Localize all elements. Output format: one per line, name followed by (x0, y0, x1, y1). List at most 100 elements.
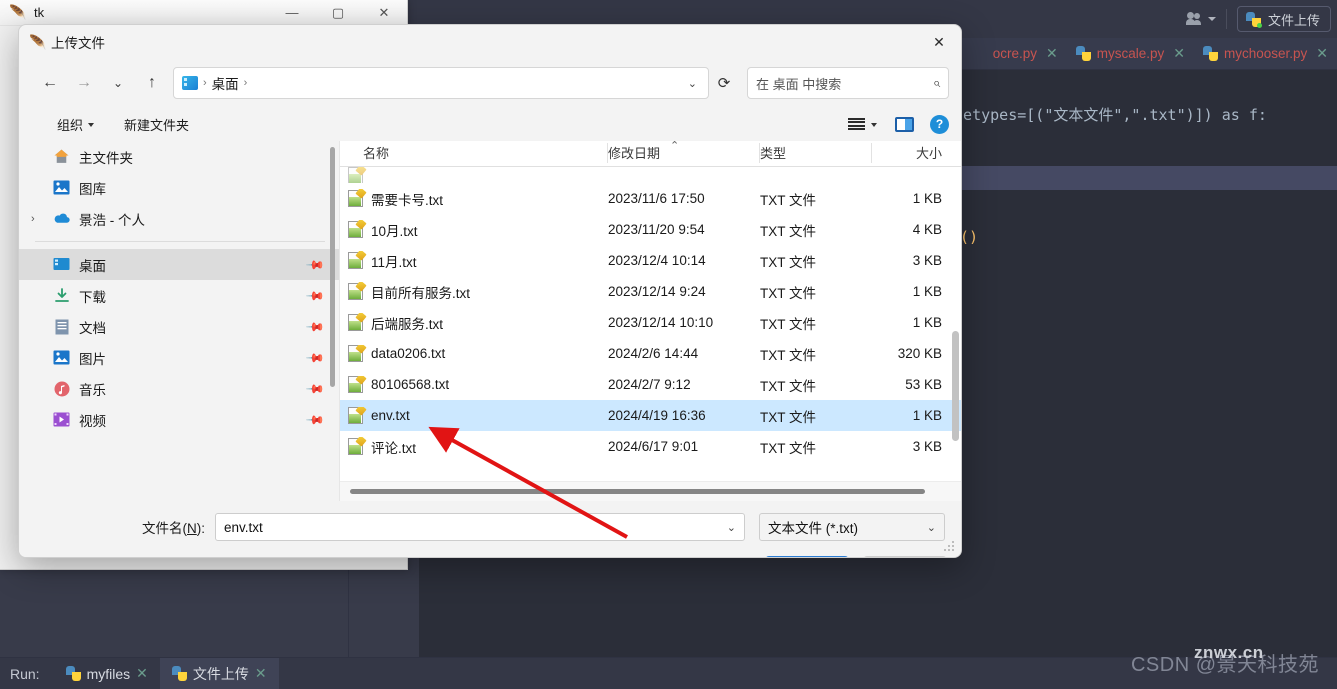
file-size-cell: 1 KB (912, 408, 942, 423)
table-row-selected[interactable]: env.txt 2024/4/19 16:36 TXT 文件 1 KB (340, 400, 961, 431)
list-view-icon[interactable] (848, 117, 865, 131)
close-icon[interactable]: ✕ (1316, 45, 1328, 62)
back-icon[interactable]: ← (33, 67, 67, 99)
file-date-cell: 2023/11/6 17:50 (608, 191, 705, 206)
sidebar-item-pictures[interactable]: 图片 📌 (19, 342, 339, 373)
open-button[interactable]: 打开(O) (765, 556, 849, 557)
chevron-down-icon[interactable] (1207, 17, 1216, 21)
pin-icon[interactable]: 📌 (305, 378, 325, 398)
dialog-title: 上传文件 (51, 36, 105, 51)
table-row[interactable]: 目前所有服务.txt 2023/12/14 9:24 TXT 文件 1 KB (340, 276, 961, 307)
sidebar-item-label: 视频 (79, 413, 106, 429)
filename-input[interactable]: env.txt ⌄ (215, 513, 745, 541)
table-row[interactable]: 10月.txt 2023/11/20 9:54 TXT 文件 4 KB (340, 214, 961, 245)
refresh-icon[interactable]: ⟳ (709, 68, 739, 98)
forward-icon[interactable]: → (67, 67, 101, 99)
sidebar-item-downloads[interactable]: 下载 📌 (19, 280, 339, 311)
editor-tab-myscale[interactable]: myscale.py ✕ (1067, 38, 1194, 70)
sidebar-item-documents[interactable]: 文档 📌 (19, 311, 339, 342)
column-header-label: 名称 (363, 146, 390, 161)
column-header-date[interactable]: 修改日期 (608, 143, 760, 166)
file-name-cell: 后端服务.txt (340, 312, 608, 333)
column-header-type[interactable]: 类型 (760, 143, 872, 166)
file-name-cell (340, 167, 608, 183)
gallery-icon (53, 179, 70, 196)
table-row[interactable] (340, 167, 961, 183)
filetype-value: 文本文件 (*.txt) (768, 521, 858, 536)
minimize-button[interactable]: — (269, 0, 315, 26)
breadcrumb[interactable]: › 桌面 › (182, 73, 247, 93)
file-date-cell: 2024/6/17 9:01 (608, 439, 699, 454)
file-list-vertical-scrollbar[interactable] (952, 331, 959, 441)
file-list-horizontal-scrollbar-track[interactable] (340, 481, 961, 501)
close-icon[interactable]: ✕ (255, 665, 267, 682)
table-row[interactable]: 11月.txt 2023/12/4 10:14 TXT 文件 3 KB (340, 245, 961, 276)
pin-icon[interactable]: 📌 (305, 347, 325, 367)
code-line: iletypes=[("文本文件",".txt")]) as f: (945, 106, 1267, 124)
address-bar[interactable]: › 桌面 › ⌄ (173, 67, 709, 99)
pin-icon[interactable]: 📌 (305, 254, 325, 274)
file-size-cell: 3 KB (912, 253, 942, 268)
maximize-button[interactable]: ▢ (315, 0, 361, 26)
chevron-right-icon[interactable]: › (31, 213, 35, 225)
run-configuration-label: 文件上传 (1267, 12, 1320, 28)
close-icon[interactable]: ✕ (1173, 45, 1185, 62)
sidebar-item-label: 景浩 - 个人 (79, 212, 145, 228)
sidebar-item-home[interactable]: 主文件夹 (19, 141, 339, 172)
pin-icon[interactable]: 📌 (305, 316, 325, 336)
text-file-icon (348, 345, 367, 362)
table-row[interactable]: 后端服务.txt 2023/12/14 10:10 TXT 文件 1 KB (340, 307, 961, 338)
resize-grip[interactable] (944, 541, 955, 552)
preview-pane-icon[interactable] (895, 116, 914, 132)
sidebar-item-onedrive[interactable]: › 景浩 - 个人 (19, 203, 339, 234)
cancel-button[interactable]: 取消 (863, 556, 947, 557)
close-icon[interactable]: ✕ (1046, 45, 1058, 62)
organize-button[interactable]: 组织 (49, 111, 102, 138)
sidebar-item-desktop[interactable]: 桌面 📌 (19, 249, 339, 280)
table-row[interactable]: 评论.txt 2024/6/17 9:01 TXT 文件 3 KB (340, 431, 961, 462)
sidebar-item-music[interactable]: 音乐 📌 (19, 373, 339, 404)
text-file-icon (348, 312, 367, 331)
sidebar-scrollbar[interactable] (330, 147, 335, 387)
search-input[interactable]: 在 桌面 中搜索 (756, 74, 927, 93)
column-header-size[interactable]: 大小 (872, 143, 952, 166)
sidebar-item-label: 图库 (79, 181, 106, 197)
run-configuration-selector[interactable]: 文件上传 (1236, 6, 1331, 32)
run-tab-upload[interactable]: 文件上传 ✕ (159, 657, 279, 689)
table-row[interactable]: data0206.txt 2024/2/6 14:44 TXT 文件 320 K… (340, 338, 961, 369)
dialog-close-button[interactable]: ✕ (917, 25, 961, 59)
search-box[interactable]: 在 桌面 中搜索 ⌕ (747, 67, 949, 99)
breadcrumb-item-desktop[interactable]: 桌面 (212, 73, 239, 93)
run-tab-myfiles[interactable]: myfiles ✕ (54, 658, 160, 689)
chevron-down-icon[interactable]: ⌄ (927, 521, 936, 534)
help-icon[interactable]: ? (930, 114, 949, 134)
file-list-horizontal-scrollbar[interactable] (350, 489, 925, 494)
file-date-cell: 2023/12/14 10:10 (608, 315, 714, 330)
pin-icon[interactable]: 📌 (305, 409, 325, 429)
table-row[interactable]: 80106568.txt 2024/2/7 9:12 TXT 文件 53 KB (340, 369, 961, 400)
close-icon[interactable]: ✕ (136, 665, 148, 682)
chevron-down-icon[interactable]: ⌄ (727, 521, 736, 534)
pictures-icon (53, 349, 70, 366)
sidebar-item-gallery[interactable]: 图库 (19, 172, 339, 203)
pin-icon[interactable]: 📌 (305, 285, 325, 305)
filetype-select[interactable]: 文本文件 (*.txt) ⌄ (759, 513, 945, 541)
column-header-name[interactable]: 名称 (340, 143, 608, 166)
file-list-rows: 需要卡号.txt 2023/11/6 17:50 TXT 文件 1 KB 10月… (340, 167, 961, 474)
documents-icon (53, 318, 70, 335)
up-icon[interactable]: ↑ (135, 67, 169, 99)
divider (1225, 9, 1227, 29)
dialog-command-bar: 组织 新建文件夹 ? (19, 107, 961, 141)
chevron-down-icon[interactable] (871, 123, 877, 127)
close-button[interactable]: ✕ (361, 0, 407, 26)
editor-tab-mychooser[interactable]: mychooser.py ✕ (1194, 38, 1337, 70)
people-icon[interactable] (1184, 11, 1206, 27)
sidebar-item-videos[interactable]: 视频 📌 (19, 404, 339, 435)
table-row[interactable]: 需要卡号.txt 2023/11/6 17:50 TXT 文件 1 KB (340, 183, 961, 214)
recent-locations-icon[interactable]: ⌄ (101, 67, 135, 99)
editor-tab-ocre[interactable]: ocre.py ✕ (984, 38, 1067, 70)
new-folder-button[interactable]: 新建文件夹 (116, 111, 197, 138)
file-type-cell: TXT 文件 (760, 316, 817, 332)
sidebar-item-label: 下载 (79, 289, 106, 305)
chevron-down-icon[interactable]: ⌄ (683, 77, 702, 90)
